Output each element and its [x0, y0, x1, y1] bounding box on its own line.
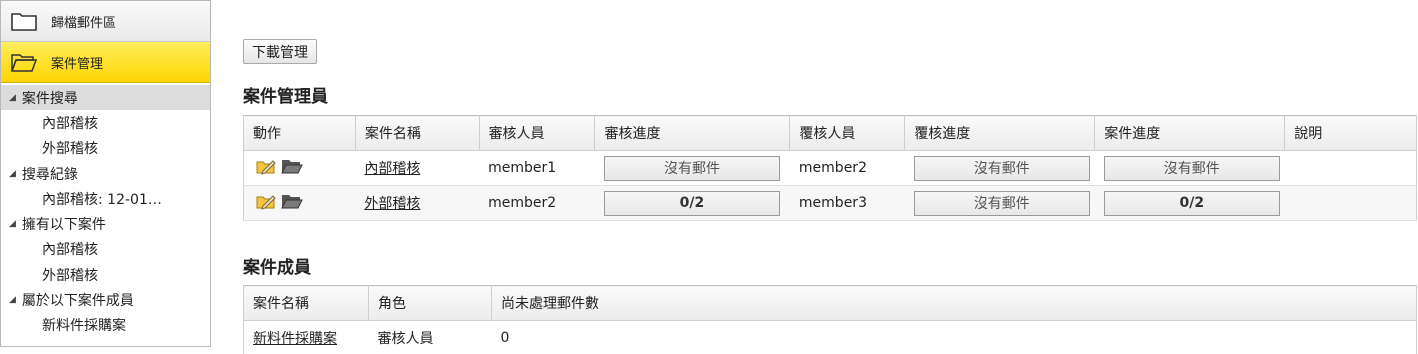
review-progress-box: 沒有郵件: [603, 155, 780, 181]
col-review-progress: 審核進度: [594, 115, 791, 151]
nav-archive-label: 歸檔郵件區: [51, 15, 117, 31]
col-case-name: 案件名稱: [354, 115, 480, 151]
col-case-progress: 案件進度: [1094, 115, 1286, 151]
tree-item[interactable]: 內部稽核: 12-01…: [1, 186, 210, 212]
case-admins-table: 動作 案件名稱 審核人員 審核進度 覆核人員 覆核進度 案件進度 說明 內部稽核…: [243, 115, 1417, 221]
nav-case-management[interactable]: 案件管理: [1, 42, 210, 83]
rechecker-cell: member2: [789, 150, 905, 186]
col-recheck-progress: 覆核進度: [904, 115, 1096, 151]
expand-triangle-icon: ◢: [9, 219, 16, 229]
case-admins-title: 案件管理員: [243, 87, 328, 107]
tree-item[interactable]: 新料件採購案: [1, 313, 210, 339]
case-name-link[interactable]: 外部稽核: [364, 196, 420, 212]
folder-open-icon: [11, 51, 37, 73]
review-progress-box: 0/2: [603, 190, 780, 216]
col-case-name: 案件名稱: [243, 285, 369, 321]
case-members-title: 案件成員: [243, 258, 311, 278]
open-folder-icon[interactable]: [281, 157, 303, 179]
reviewer-cell: member2: [479, 185, 595, 221]
case-tree: ◢ 案件搜尋 內部稽核 外部稽核 ◢ 搜尋紀錄 內部稽核: 12-01… ◢ 擁有以下…: [1, 83, 210, 338]
expand-triangle-icon: ◢: [9, 295, 16, 305]
expand-triangle-icon: ◢: [9, 92, 16, 103]
recheck-progress-box: 沒有郵件: [913, 155, 1090, 181]
open-folder-icon[interactable]: [281, 192, 303, 214]
sidebar: 歸檔郵件區 案件管理 ◢ 案件搜尋 內部稽核 外部稽核 ◢ 搜尋紀錄 內部稽核: 1…: [0, 0, 211, 347]
nav-case-management-label: 案件管理: [51, 56, 104, 72]
table-header-row: 動作 案件名稱 審核人員 審核進度 覆核人員 覆核進度 案件進度 說明: [243, 115, 1417, 151]
tree-section-member-cases[interactable]: ◢ 屬於以下案件成員: [1, 288, 210, 313]
folder-icon: [11, 10, 37, 32]
tree-section-search-history[interactable]: ◢ 搜尋紀錄: [1, 161, 210, 186]
tree-item[interactable]: 內部稽核: [1, 237, 210, 263]
col-rechecker: 覆核人員: [789, 115, 906, 151]
case-progress-box: 沒有郵件: [1103, 155, 1280, 181]
note-cell: [1284, 185, 1417, 221]
nav-archive[interactable]: 歸檔郵件區: [1, 1, 210, 42]
edit-icon[interactable]: [255, 157, 277, 179]
tree-section-owned-cases[interactable]: ◢ 擁有以下案件: [1, 212, 210, 237]
case-name-link[interactable]: 新料件採購案: [253, 331, 337, 347]
table-row: 外部稽核 member2 0/2 member3 沒有郵件 0/2: [243, 185, 1417, 221]
tree-item[interactable]: 外部稽核: [1, 262, 210, 288]
col-reviewer: 審核人員: [478, 115, 596, 151]
col-note: 說明: [1284, 115, 1417, 151]
recheck-progress-box: 沒有郵件: [913, 190, 1090, 216]
tree-section-label: 搜尋紀錄: [21, 166, 78, 183]
col-role: 角色: [368, 285, 492, 321]
tree-section-label: 屬於以下案件成員: [21, 293, 134, 309]
reviewer-cell: member1: [479, 150, 595, 186]
tree-section-case-search[interactable]: ◢ 案件搜尋: [1, 85, 210, 110]
tree-section-label: 擁有以下案件: [21, 217, 106, 233]
tree-section-label: 案件搜尋: [21, 90, 78, 107]
note-cell: [1284, 150, 1417, 186]
download-management-button[interactable]: 下載管理: [243, 39, 317, 64]
case-name-link[interactable]: 內部稽核: [364, 161, 420, 177]
role-cell: 審核人員: [368, 320, 492, 354]
pending-count-cell: 0: [491, 320, 1417, 354]
tree-item[interactable]: 外部稽核: [1, 136, 210, 162]
table-row: 內部稽核 member1 沒有郵件 member2 沒有郵件 沒有郵件: [243, 150, 1417, 186]
tree-item[interactable]: 內部稽核: [1, 110, 210, 136]
col-action: 動作: [243, 115, 356, 151]
expand-triangle-icon: ◢: [9, 168, 16, 179]
case-progress-box: 0/2: [1103, 190, 1280, 216]
case-members-table: 案件名稱 角色 尚未處理郵件數 新料件採購案 審核人員 0: [243, 285, 1417, 354]
table-row: 新料件採購案 審核人員 0: [243, 320, 1417, 354]
edit-icon[interactable]: [255, 192, 277, 214]
table-header-row: 案件名稱 角色 尚未處理郵件數: [243, 285, 1417, 321]
col-pending-count: 尚未處理郵件數: [491, 285, 1417, 321]
rechecker-cell: member3: [789, 185, 905, 221]
